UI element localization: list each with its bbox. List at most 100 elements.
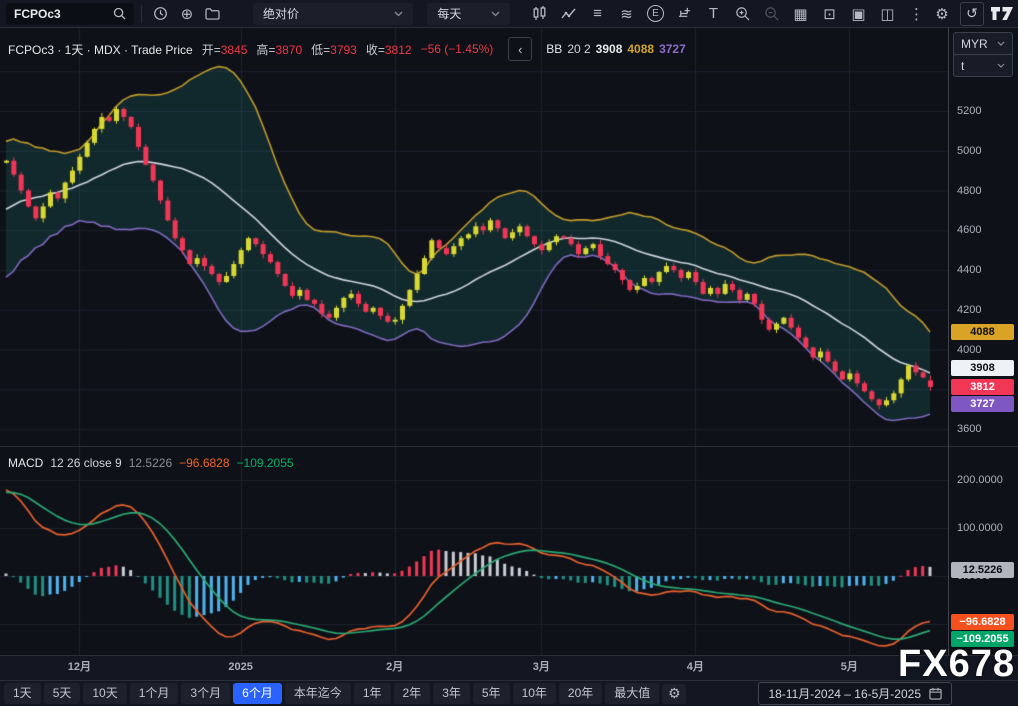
settings-icon[interactable]: ⚙	[930, 2, 954, 26]
range-button-20年[interactable]: 20年	[559, 683, 602, 703]
range-button-10天[interactable]: 10天	[83, 683, 126, 703]
macd-hist-value: 12.5226	[129, 456, 172, 470]
toolbar-right-group: ⚙ ↺	[930, 2, 1014, 26]
zoom-out-icon[interactable]	[760, 2, 783, 26]
low-value: 3793	[330, 43, 357, 57]
range-button-本年迄今[interactable]: 本年迄今	[285, 683, 351, 703]
price-tick-4400: 4400	[957, 263, 981, 277]
panel-icon[interactable]: ◫	[876, 2, 899, 26]
drawing-tools-row: ≡≋E T ▦⊡▣◫⋮	[528, 2, 928, 26]
top-toolbar: FCPOc3 ⊕ 绝对价 每天 ≡≋E T ▦⊡▣◫⋮ ⚙ ↺	[0, 0, 1018, 28]
bb-basis-value: 3908	[596, 42, 623, 56]
search-icon	[113, 7, 126, 20]
macd-badge-12.5226: 12.5226	[951, 562, 1014, 578]
text-tool-icon[interactable]: T	[702, 2, 725, 26]
chart-style-icon[interactable]	[528, 2, 551, 26]
range-button-1年[interactable]: 1年	[354, 683, 391, 703]
macd-legend: MACD 12 26 close 9 12.5226 −96.6828 −109…	[8, 456, 294, 470]
alert-icon[interactable]	[673, 2, 696, 26]
time-axis[interactable]: 12月20252月3月4月5月	[0, 655, 1018, 680]
range-button-3个月[interactable]: 3个月	[181, 683, 230, 703]
macd-line-value: −96.6828	[179, 456, 229, 470]
chevron-down-icon	[997, 63, 1005, 68]
interval-dropdown[interactable]: 每天	[427, 3, 510, 25]
collapse-legend-button[interactable]: ‹	[508, 37, 532, 61]
time-axis-label-12月: 12月	[57, 656, 101, 679]
bottom-toolbar: 1天5天10天1个月3个月6个月本年迄今1年2年3年5年10年20年最大值 ⚙ …	[0, 680, 1018, 706]
symbol-text: FCPOc3	[14, 7, 61, 21]
macd-chart-canvas[interactable]	[0, 446, 948, 655]
table-icon[interactable]: ▦	[789, 2, 812, 26]
time-axis-label-2025: 2025	[219, 656, 263, 679]
chevron-down-icon	[394, 11, 403, 17]
currency-value: MYR	[961, 37, 988, 51]
date-range-picker[interactable]: 18-11月-2024 – 16-5月-2025	[758, 682, 952, 705]
symbol-search[interactable]: FCPOc3	[6, 3, 134, 25]
clock-icon[interactable]	[149, 2, 173, 26]
price-type-dropdown[interactable]: 绝对价	[253, 3, 413, 25]
add-circle-icon[interactable]: ⊕	[175, 2, 199, 26]
zoom-in-icon[interactable]	[731, 2, 754, 26]
range-button-6个月[interactable]: 6个月	[233, 683, 282, 703]
range-button-10年[interactable]: 10年	[513, 683, 556, 703]
folder-icon[interactable]	[201, 2, 225, 26]
chevron-down-icon	[997, 41, 1005, 46]
macd-signal-value: −109.2055	[237, 456, 294, 470]
price-tick-5000: 5000	[957, 144, 981, 158]
time-axis-label-4月: 4月	[673, 656, 717, 679]
bb-indicator-name[interactable]: BB	[546, 42, 562, 56]
macd-params: 12 26 close 9	[50, 456, 121, 470]
high-value: 3870	[275, 43, 302, 57]
price-tick-4200: 4200	[957, 303, 981, 317]
time-axis-label-5月: 5月	[827, 656, 871, 679]
price-badge-3908: 3908	[951, 360, 1014, 376]
low-label: 低=	[311, 43, 330, 57]
price-tick-5200: 5200	[957, 104, 981, 118]
unit-selector[interactable]: t	[954, 54, 1012, 76]
series-title[interactable]: FCPOc3 · 1天 · MDX · Trade Price	[8, 41, 193, 58]
price-tick-4800: 4800	[957, 184, 981, 198]
change-value: −56 (−1.45%)	[421, 42, 494, 56]
bb-params: 20 2	[567, 42, 590, 56]
high-label: 高=	[256, 43, 275, 57]
price-axis[interactable]: MYR t 5200500048004600440042004000360040…	[948, 28, 1018, 655]
toolbar-separator	[141, 5, 142, 23]
macd-tick-200: 200.0000	[957, 473, 1003, 487]
tradingview-logo	[990, 6, 1014, 21]
pane-divider[interactable]	[949, 446, 1018, 447]
layout-icon[interactable]: ▣	[847, 2, 870, 26]
range-button-1天[interactable]: 1天	[4, 683, 41, 703]
macd-badge-−96.6828: −96.6828	[951, 614, 1014, 630]
templates-icon[interactable]: ≡	[586, 2, 609, 26]
unit-value: t	[961, 59, 964, 73]
range-button-3年[interactable]: 3年	[433, 683, 470, 703]
price-tick-4000: 4000	[957, 343, 981, 357]
price-chart-canvas[interactable]	[0, 28, 948, 446]
range-button-2年[interactable]: 2年	[394, 683, 431, 703]
open-label: 开=	[202, 43, 221, 57]
range-button-最大值[interactable]: 最大值	[605, 683, 659, 703]
snapshot-icon[interactable]: ⊡	[818, 2, 841, 26]
close-value: 3812	[385, 43, 412, 57]
range-buttons: 1天5天10天1个月3个月6个月本年迄今1年2年3年5年10年20年最大值	[4, 683, 659, 703]
range-button-5年[interactable]: 5年	[473, 683, 510, 703]
range-button-1个月[interactable]: 1个月	[130, 683, 179, 703]
currency-selector[interactable]: MYR	[954, 33, 1012, 54]
indicators-icon[interactable]	[557, 2, 580, 26]
close-label: 收=	[366, 43, 385, 57]
fx678-watermark: FX678	[898, 645, 1015, 683]
time-settings-icon[interactable]: ⚙	[662, 684, 686, 704]
undo-icon[interactable]: ↺	[960, 2, 984, 26]
more-icon[interactable]: ⋮	[905, 2, 928, 26]
price-badge-3812: 3812	[951, 379, 1014, 395]
fundamentals-icon[interactable]: E	[644, 2, 667, 26]
price-legend: FCPOc3 · 1天 · MDX · Trade Price 开=3845 高…	[8, 37, 686, 61]
bb-upper-value: 4088	[627, 42, 654, 56]
bb-lower-value: 3727	[659, 42, 686, 56]
chart-panes: FCPOc3 · 1天 · MDX · Trade Price 开=3845 高…	[0, 28, 948, 655]
macd-indicator-name[interactable]: MACD	[8, 456, 43, 470]
time-axis-label-3月: 3月	[519, 656, 563, 679]
compare-icon[interactable]: ≋	[615, 2, 638, 26]
price-type-value: 绝对价	[263, 5, 299, 22]
range-button-5天[interactable]: 5天	[44, 683, 81, 703]
